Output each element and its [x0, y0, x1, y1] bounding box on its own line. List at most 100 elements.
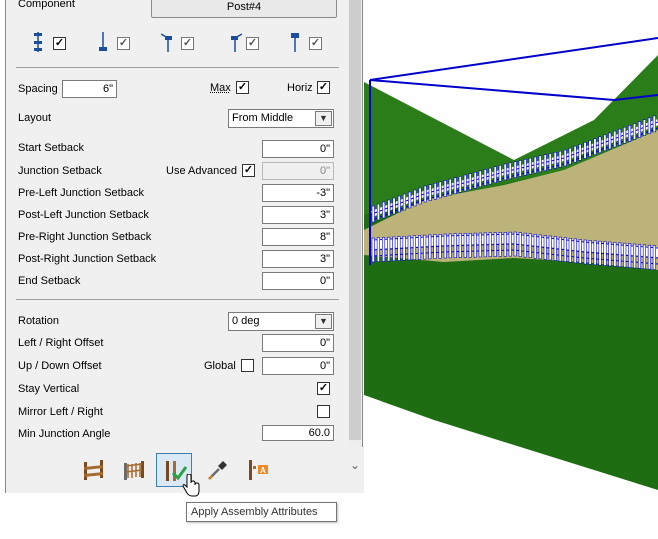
layout-value: From Middle	[232, 112, 294, 124]
post-line-full-icon[interactable]	[31, 32, 45, 52]
fence-picket	[473, 232, 477, 258]
post-top-right-checkbox[interactable]: ✓	[246, 37, 259, 50]
end-setback-field[interactable]: 0"	[262, 272, 334, 290]
chevron-down-icon[interactable]: ⌄	[348, 456, 362, 474]
fence-picket	[483, 232, 487, 258]
fence-picket	[397, 236, 401, 261]
max-label: Max	[210, 82, 231, 94]
pre-left-junction-setback-label: Pre-Left Junction Setback	[18, 187, 144, 199]
fence-picket	[642, 244, 647, 270]
post-top-checkbox[interactable]: ✓	[309, 37, 322, 50]
fence-picket	[448, 178, 452, 196]
fence-picket	[632, 123, 637, 140]
fence-picket	[412, 235, 416, 261]
fence-picket	[608, 241, 612, 267]
fence-picket	[376, 203, 380, 221]
eyedropper-icon	[208, 461, 227, 480]
panel-scrollbar[interactable]	[348, 0, 362, 447]
scroll-thumb[interactable]	[349, 0, 361, 440]
post-right-junction-setback-label: Post-Right Junction Setback	[18, 253, 157, 265]
post-top-left-icon[interactable]	[161, 32, 175, 52]
fence-picket	[488, 167, 492, 185]
pre-left-junction-setback-field[interactable]: -3"	[262, 184, 334, 202]
fence-assembly-button[interactable]	[116, 453, 152, 487]
fence-picket	[598, 240, 602, 266]
eyedropper-button[interactable]	[200, 453, 236, 487]
separator	[16, 67, 339, 68]
use-advanced-checkbox[interactable]: ✓	[242, 164, 255, 177]
pre-right-junction-setback-field[interactable]: 8"	[262, 228, 334, 246]
component-button[interactable]: Post#4	[151, 0, 337, 18]
post-bottom-checkbox[interactable]: ✓	[117, 37, 130, 50]
post-top-right-icon[interactable]	[228, 32, 242, 52]
spacing-field[interactable]: 6"	[62, 80, 117, 98]
fence-picket	[397, 195, 401, 213]
fence-picket	[613, 130, 617, 148]
fence-picket	[652, 245, 656, 270]
fence-assembly-icon	[124, 461, 144, 480]
fence-picket	[628, 243, 632, 268]
post-left-junction-setback-label: Post-Left Junction Setback	[18, 209, 149, 221]
rotation-select[interactable]: 0 deg ▼	[228, 312, 334, 331]
fence-picket	[573, 238, 577, 264]
fence-picket	[583, 239, 587, 265]
tooltip: Apply Assembly Attributes	[186, 502, 337, 522]
post-label-button[interactable]: A	[240, 453, 276, 487]
fence-picket	[503, 231, 507, 257]
post-right-junction-setback-field[interactable]: 3"	[262, 250, 334, 268]
fence-segment-button[interactable]	[76, 453, 112, 487]
fence-picket	[417, 235, 422, 260]
post-left-junction-setback-field[interactable]: 3"	[262, 206, 334, 224]
up-down-offset-field[interactable]: 0"	[262, 357, 334, 375]
mirror-left-right-label: Mirror Left / Right	[18, 406, 103, 418]
start-setback-field[interactable]: 0"	[262, 140, 334, 158]
start-setback-label: Start Setback	[18, 142, 85, 154]
stay-vertical-checkbox[interactable]: ✓	[317, 382, 330, 395]
chevron-down-icon[interactable]: ▼	[315, 111, 332, 126]
layout-label: Layout	[18, 112, 52, 124]
fence-picket	[563, 149, 567, 167]
fence-picket	[513, 161, 517, 178]
fence-picket	[533, 233, 537, 259]
fence-picket	[438, 233, 442, 259]
fence-picket	[371, 237, 375, 263]
post-top-left-checkbox[interactable]: ✓	[181, 37, 194, 50]
left-right-offset-label: Left / Right Offset	[18, 337, 104, 349]
stay-vertical-label: Stay Vertical	[18, 383, 80, 395]
fence-picket	[528, 157, 532, 175]
fence-picket	[503, 163, 507, 181]
fence-picket	[568, 147, 572, 165]
fence-picket	[633, 243, 637, 269]
global-checkbox[interactable]	[241, 359, 254, 372]
layout-select[interactable]: From Middle ▼	[228, 109, 334, 128]
fence-picket	[381, 237, 386, 262]
fence-picket	[558, 236, 562, 262]
left-right-offset-field[interactable]: 0"	[262, 334, 334, 352]
chevron-down-icon[interactable]: ▼	[315, 314, 332, 329]
post-bottom-icon[interactable]	[96, 32, 110, 52]
fence-picket	[593, 240, 597, 266]
post-line-full-checkbox[interactable]: ✓	[53, 37, 66, 50]
pre-right-junction-setback-label: Pre-Right Junction Setback	[18, 231, 152, 243]
model-viewport[interactable]	[364, 0, 658, 539]
end-setback-label: End Setback	[18, 275, 81, 287]
fence-picket	[392, 197, 396, 215]
fence-picket	[642, 119, 646, 136]
fence-picket	[458, 233, 462, 258]
fence-picket	[543, 235, 547, 260]
post-top-icon[interactable]	[288, 32, 302, 52]
max-checkbox[interactable]: ✓	[236, 81, 249, 94]
fence-picket	[518, 232, 522, 257]
mirror-left-right-checkbox[interactable]	[317, 405, 330, 418]
fence-picket	[498, 165, 502, 182]
horiz-label: Horiz	[287, 82, 313, 94]
fence-picket	[647, 117, 651, 135]
fence-picket	[528, 233, 532, 259]
fence-picket	[438, 181, 442, 199]
horiz-checkbox[interactable]: ✓	[317, 81, 330, 94]
fence-picket	[553, 152, 557, 169]
fence-segment-icon	[83, 460, 104, 480]
fence-picket	[533, 156, 537, 174]
min-junction-angle-field[interactable]: 60.0	[262, 425, 334, 441]
fence-picket	[538, 155, 542, 173]
